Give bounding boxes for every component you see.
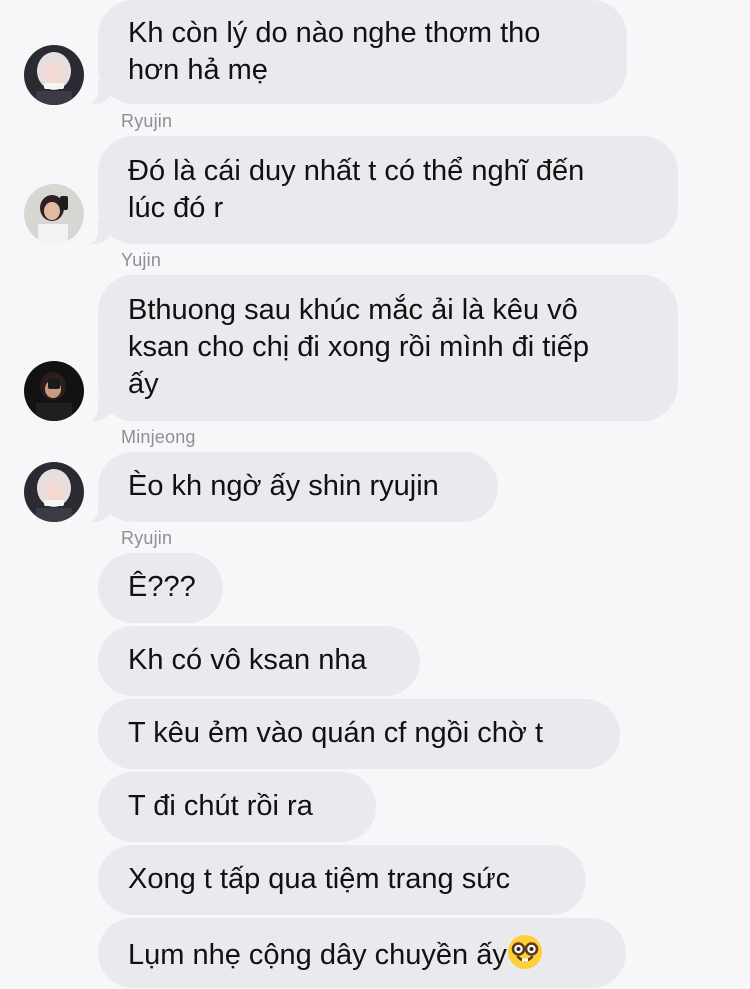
message-line: Xong t tấp qua tiệm trang sức <box>128 863 511 895</box>
message-line: Kh có vô ksan nha <box>128 644 367 676</box>
message-bubble-5-4[interactable]: T đi chút rồi ra <box>98 772 376 842</box>
message-line: Ê??? <box>128 571 196 603</box>
message-bubble-5-1[interactable]: Ê??? <box>98 553 223 623</box>
message-line: Bthuong sau khúc mắc ải là kêu vô <box>128 294 578 326</box>
message-line: ksan cho chị đi xong rồi mình đi tiếp <box>128 331 590 363</box>
message-line: T đi chút rồi ra <box>128 790 313 822</box>
avatar-ryujin[interactable] <box>24 45 84 105</box>
nerd-face-emoji <box>507 934 543 970</box>
message-line: T kêu ẻm vào quán cf ngồi chờ t <box>128 717 544 749</box>
message-bubble-5-3[interactable]: T kêu ẻm vào quán cf ngồi chờ t <box>98 699 620 769</box>
message-bubble-4[interactable]: Èo kh ngờ ấy shin ryujin <box>76 452 498 523</box>
avatar-yujin[interactable] <box>24 184 84 244</box>
message-bubble-5-6[interactable]: Lụm nhẹ cộng dây chuyền ấy <box>98 918 626 988</box>
message-bubble-5-2[interactable]: Kh có vô ksan nha <box>98 626 420 696</box>
avatar-ryujin[interactable] <box>24 462 84 522</box>
message-bubble-5-5[interactable]: Xong t tấp qua tiệm trang sức <box>98 845 586 915</box>
sender-name: Ryujin <box>121 528 173 548</box>
sender-name: Yujin <box>121 250 162 270</box>
message-line: Kh còn lý do nào nghe thơm tho <box>128 17 541 49</box>
message-bubble-3[interactable]: Bthuong sau khúc mắc ải là kêu vô ksan c… <box>76 275 678 422</box>
message-bubble-1[interactable]: Kh còn lý do nào nghe thơm tho hơn hả mẹ <box>76 0 627 105</box>
sender-name: Ryujin <box>121 111 173 131</box>
message-line: lúc đó r <box>128 192 224 224</box>
message-line: Lụm nhẹ cộng dây chuyền ấy <box>128 939 507 971</box>
message-line: hơn hả mẹ <box>128 54 268 86</box>
message-line: Èo kh ngờ ấy shin ryujin <box>128 470 439 502</box>
avatar-minjeong[interactable] <box>24 361 84 421</box>
message-line: Đó là cái duy nhất t có thể nghĩ đến <box>128 155 585 187</box>
sender-name: Minjeong <box>121 427 196 447</box>
message-line: ấy <box>128 368 159 400</box>
message-bubble-2[interactable]: Đó là cái duy nhất t có thể nghĩ đến lúc… <box>76 136 678 245</box>
